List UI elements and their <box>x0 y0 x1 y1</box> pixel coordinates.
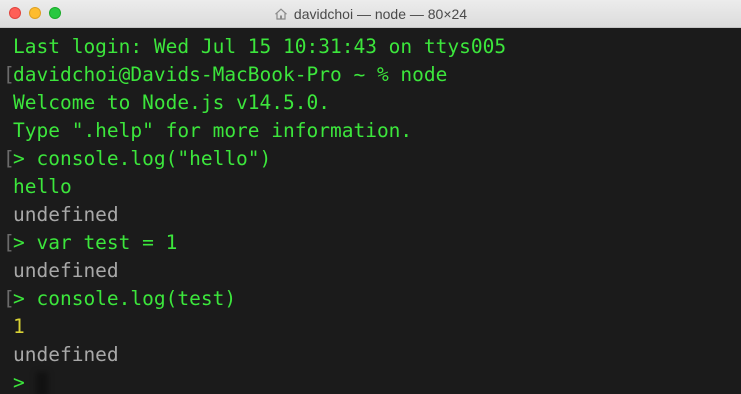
terminal-line: 1 <box>13 313 741 341</box>
mark-bracket: [ <box>3 147 15 170</box>
terminal-line: undefined <box>13 341 741 369</box>
terminal-line-text: davidchoi@Davids-MacBook-Pro ~ % node <box>13 63 448 86</box>
terminal-line: Welcome to Node.js v14.5.0. <box>13 89 741 117</box>
terminal-line: [> console.log("hello") <box>3 145 741 173</box>
terminal-output[interactable]: Last login: Wed Jul 15 10:31:43 on ttys0… <box>0 28 741 394</box>
terminal-line-text: Welcome to Node.js v14.5.0. <box>13 91 330 114</box>
terminal-line-text: undefined <box>13 203 119 226</box>
cursor <box>36 371 49 394</box>
window-title: davidchoi — node — 80×24 <box>293 6 468 22</box>
terminal-line: [> var test = 1 <box>3 229 741 257</box>
mark-bracket: [ <box>3 231 15 254</box>
terminal-line: [> console.log(test) <box>3 285 741 313</box>
terminal-line-text: Type ".help" for more information. <box>13 119 413 142</box>
terminal-line: [davidchoi@Davids-MacBook-Pro ~ % node <box>3 61 741 89</box>
terminal-line: Type ".help" for more information. <box>13 117 741 145</box>
terminal-line: undefined <box>13 257 741 285</box>
home-folder-icon <box>274 7 288 21</box>
terminal-line-text: 1 <box>13 315 25 338</box>
terminal-window: davidchoi — node — 80×24 Last login: Wed… <box>0 0 741 394</box>
mark-bracket: [ <box>3 63 15 86</box>
title-bar[interactable]: davidchoi — node — 80×24 <box>0 0 741 28</box>
terminal-line: Last login: Wed Jul 15 10:31:43 on ttys0… <box>13 33 741 61</box>
terminal-line-text: > <box>13 371 37 394</box>
terminal-line-text: > var test = 1 <box>13 231 178 254</box>
window-title-area: davidchoi — node — 80×24 <box>0 0 741 28</box>
terminal-line: hello <box>13 173 741 201</box>
terminal-line-text: undefined <box>13 259 119 282</box>
terminal-line-text: > console.log("hello") <box>13 147 272 170</box>
terminal-line-text: undefined <box>13 343 119 366</box>
terminal-line-text: hello <box>13 175 72 198</box>
terminal-line: > <box>13 369 741 394</box>
terminal-line-text: Last login: Wed Jul 15 10:31:43 on ttys0… <box>13 35 507 58</box>
terminal-line-text: > console.log(test) <box>13 287 237 310</box>
terminal-line: undefined <box>13 201 741 229</box>
mark-bracket: [ <box>3 287 15 310</box>
